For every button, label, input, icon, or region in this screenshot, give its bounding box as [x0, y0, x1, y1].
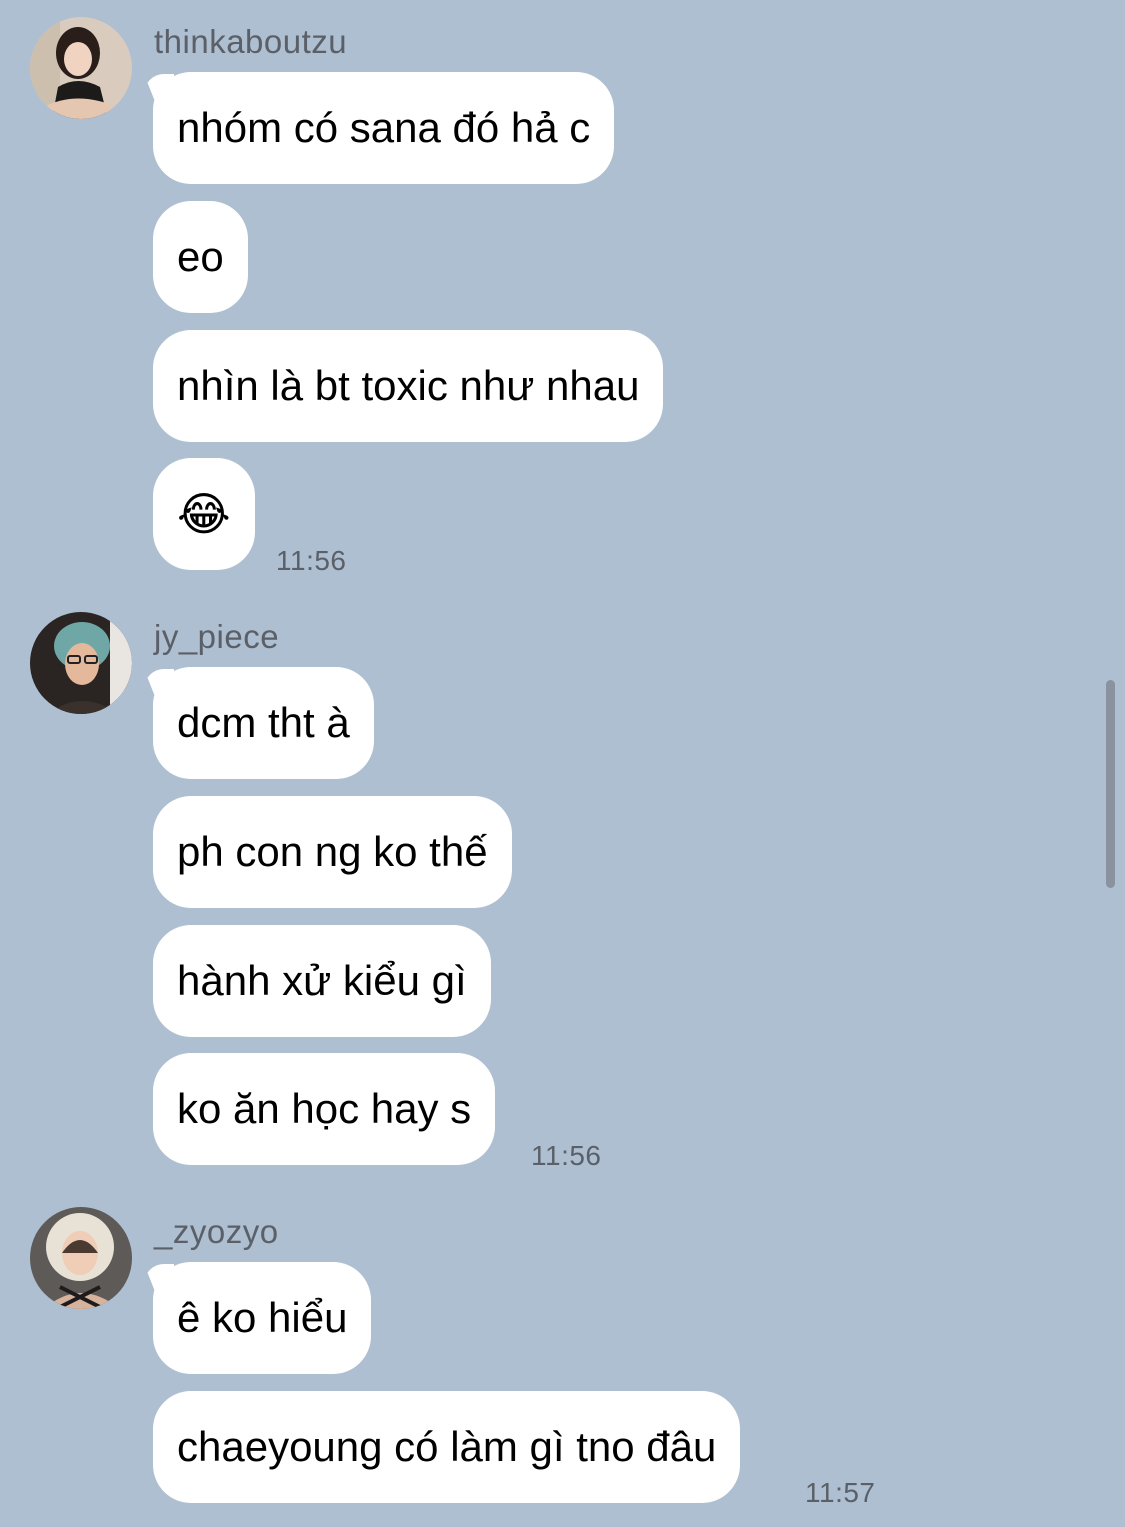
timestamp: 11:57	[805, 1477, 876, 1508]
message-bubble[interactable]: eo	[153, 201, 248, 313]
message-bubble[interactable]: nhìn là bt toxic như nhau	[153, 330, 664, 442]
message-bubble[interactable]: nhóm có sana đó hả c	[153, 72, 615, 184]
message-text: dcm tht à	[177, 699, 350, 746]
message-bubble[interactable]: 😂	[153, 458, 255, 570]
message-text: hành xử kiểu gì	[177, 957, 467, 1004]
message-text: ko ăn học hay s	[177, 1085, 472, 1132]
sender-name: _zyozyo	[154, 1213, 279, 1250]
avatar[interactable]	[30, 1207, 132, 1309]
message-text: eo	[177, 233, 224, 280]
chat-thread[interactable]: thinkaboutzu nhóm có sana đó hả c eo nhì…	[0, 0, 1125, 1527]
avatar-photo-icon	[30, 612, 132, 714]
message-text: nhóm có sana đó hả c	[177, 104, 591, 151]
sender-name: thinkaboutzu	[154, 23, 348, 60]
message-bubble[interactable]: hành xử kiểu gì	[153, 925, 491, 1037]
avatar[interactable]	[30, 17, 132, 119]
avatar[interactable]	[30, 612, 132, 714]
message-bubble[interactable]: ph con ng ko thế	[153, 796, 512, 908]
message-bubble[interactable]: ê ko hiểu	[153, 1262, 372, 1374]
message-text: chaeyoung có làm gì tno đâu	[177, 1423, 717, 1470]
laughing-emoji-icon: 😂	[177, 488, 231, 540]
message-bubble[interactable]: ko ăn học hay s	[153, 1053, 496, 1165]
timestamp: 11:56	[276, 545, 347, 576]
sender-name: jy_piece	[154, 618, 280, 655]
scrollbar[interactable]	[1106, 680, 1115, 888]
avatar-photo-icon	[30, 1207, 132, 1309]
message-text: nhìn là bt toxic như nhau	[177, 362, 640, 409]
message-text: ph con ng ko thế	[177, 828, 488, 875]
message-bubble[interactable]: chaeyoung có làm gì tno đâu	[153, 1391, 741, 1503]
avatar-photo-icon	[30, 17, 132, 119]
message-bubble[interactable]: dcm tht à	[153, 667, 374, 779]
timestamp: 11:56	[531, 1140, 602, 1171]
message-text: ê ko hiểu	[177, 1294, 348, 1341]
